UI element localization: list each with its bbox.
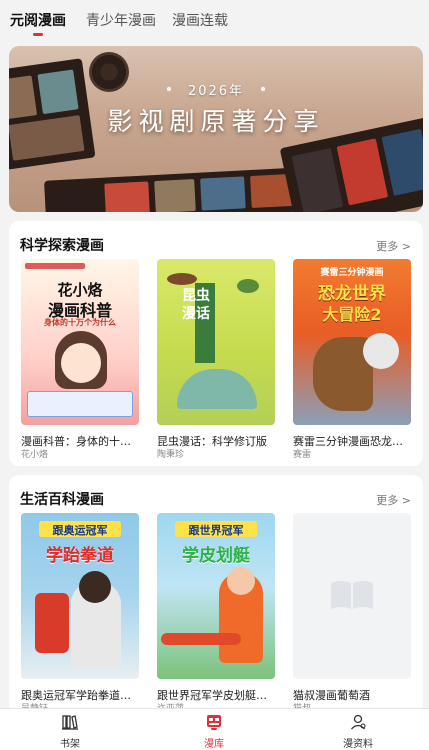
nav-label: 书架 [60, 739, 80, 750]
comic-library-icon [205, 713, 223, 731]
book-cover[interactable]: 昆虫漫话 [157, 259, 275, 425]
nav-label: 漫资料 [343, 739, 373, 750]
section-life-comics: 生活百科漫画 更多 > 跟奥运冠军 学跆拳道 跟奥运冠军学跆拳道（漫画版） 吴静… [9, 475, 423, 715]
book-cover[interactable]: 跟世界冠军 学皮划艇 [157, 513, 275, 679]
book-cover-placeholder[interactable] [293, 513, 411, 679]
book-author: 赛雷 [293, 450, 312, 460]
banner-year: 2026年 [187, 84, 245, 99]
tab-yuanyue-comics[interactable]: 元阅漫画 [10, 10, 66, 30]
active-tab-indicator [33, 33, 43, 36]
book-author: 花小烙 [21, 450, 49, 460]
more-link[interactable]: 更多 > [376, 492, 411, 508]
section-title: 科学探索漫画 [20, 238, 104, 254]
book-cover[interactable]: 跟奥运冠军 学跆拳道 [21, 513, 139, 679]
book-placeholder-icon [329, 579, 375, 611]
profile-icon [349, 713, 367, 731]
tab-teen-comics[interactable]: 青少年漫画 [86, 10, 156, 30]
section-title: 生活百科漫画 [20, 492, 104, 508]
bottom-navigation: 书架 漫库 漫资料 [0, 708, 429, 750]
promo-banner[interactable]: 2026年 影视剧原著分享 [9, 46, 423, 212]
banner-title: 影视剧原著分享 [107, 107, 325, 136]
section-science-comics: 科学探索漫画 更多 > 花小烙 漫画科普 身体的十万个为什么 漫画科普：身体的十… [9, 221, 423, 466]
nav-profile[interactable]: 漫资料 [328, 713, 388, 750]
top-tab-bar: 元阅漫画 青少年漫画 漫画连载 [0, 0, 429, 40]
nav-comic-library[interactable]: 漫库 [184, 713, 244, 750]
book-cover[interactable]: 赛雷三分钟漫画 恐龙世界 大冒险2 [293, 259, 411, 425]
tab-serial-comics[interactable]: 漫画连载 [172, 10, 228, 30]
bookshelf-icon [61, 713, 79, 731]
nav-label: 漫库 [204, 739, 224, 750]
more-link[interactable]: 更多 > [376, 238, 411, 254]
book-cover[interactable]: 花小烙 漫画科普 身体的十万个为什么 [21, 259, 139, 425]
nav-bookshelf[interactable]: 书架 [40, 713, 100, 750]
book-author: 陶秉珍 [157, 450, 185, 460]
film-strip-bottom [44, 167, 306, 212]
